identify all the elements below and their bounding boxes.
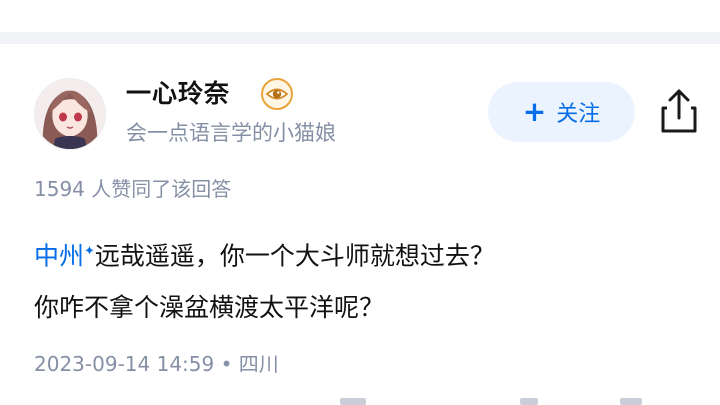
- meta-separator: •: [220, 352, 233, 376]
- plus-icon: +: [522, 95, 547, 128]
- share-icon[interactable]: [658, 86, 700, 136]
- content-line-2: 你咋不拿个澡盆横渡太平洋呢？: [34, 293, 385, 323]
- location: 四川: [238, 352, 279, 376]
- content-line-1: 中州✦远哉遥遥，你一个大斗师就想过去？: [34, 226, 694, 282]
- top-area: [0, 0, 720, 32]
- answer-content: 中州✦远哉遥遥，你一个大斗师就想过去？ 你咋不拿个澡盆横渡太平洋呢？: [34, 226, 694, 334]
- follow-button-label: 关注: [556, 102, 601, 127]
- author-bio: 会一点语言学的小猫娘: [126, 121, 336, 145]
- author-name[interactable]: 一心玲奈: [126, 78, 230, 110]
- eye-badge-icon: [261, 78, 293, 110]
- timestamp: 2023-09-14 14:59: [34, 352, 215, 376]
- vote-count: 1594 人赞同了该回答: [34, 177, 232, 201]
- mention-star-icon: ✦: [84, 244, 95, 259]
- answer-page: 一心玲奈 会一点语言学的小猫娘 + 关注 1594 人赞同了该回答 中州✦远哉遥…: [0, 0, 720, 405]
- follow-button[interactable]: + 关注: [488, 82, 635, 142]
- content-line-1-text: 远哉遥遥，你一个大斗师就想过去？: [94, 241, 495, 271]
- avatar-image: [35, 79, 105, 149]
- mention-link[interactable]: 中州: [34, 241, 84, 270]
- answer-meta: 2023-09-14 14:59 • 四川: [34, 348, 279, 380]
- section-divider: [0, 32, 720, 44]
- action-bar-peek: [330, 398, 690, 405]
- avatar[interactable]: [34, 78, 106, 150]
